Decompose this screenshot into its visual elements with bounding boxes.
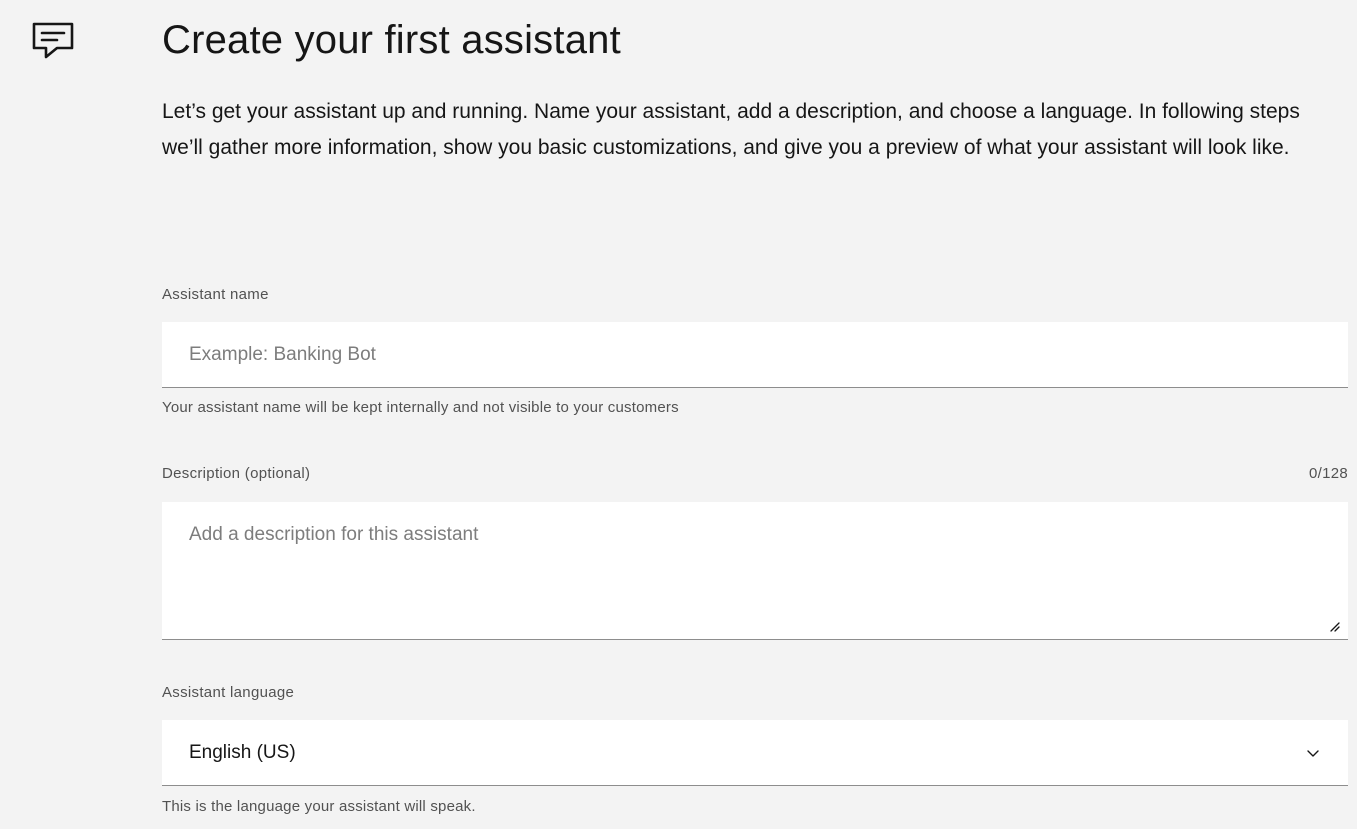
description-textarea[interactable] — [162, 502, 1348, 639]
description-label: Description (optional) — [162, 465, 311, 482]
assistant-language-helper: This is the language your assistant will… — [162, 798, 476, 815]
assistant-name-label: Assistant name — [162, 286, 269, 303]
assistant-language-dropdown[interactable]: English (US) — [162, 720, 1348, 786]
description-field — [162, 502, 1348, 640]
resize-handle-icon[interactable] — [1328, 620, 1340, 632]
description-char-counter: 0/128 — [1308, 465, 1348, 482]
chevron-down-icon — [1305, 745, 1321, 761]
create-assistant-page: Create your first assistant Let’s get yo… — [0, 0, 1357, 829]
assistant-language-label: Assistant language — [162, 684, 295, 701]
chat-icon — [30, 20, 76, 62]
page-title: Create your first assistant — [162, 18, 621, 62]
assistant-name-helper: Your assistant name will be kept interna… — [162, 399, 679, 416]
assistant-name-input[interactable] — [162, 322, 1348, 388]
assistant-language-selected: English (US) — [189, 741, 296, 763]
intro-text: Let’s get your assistant up and running.… — [162, 100, 1300, 159]
